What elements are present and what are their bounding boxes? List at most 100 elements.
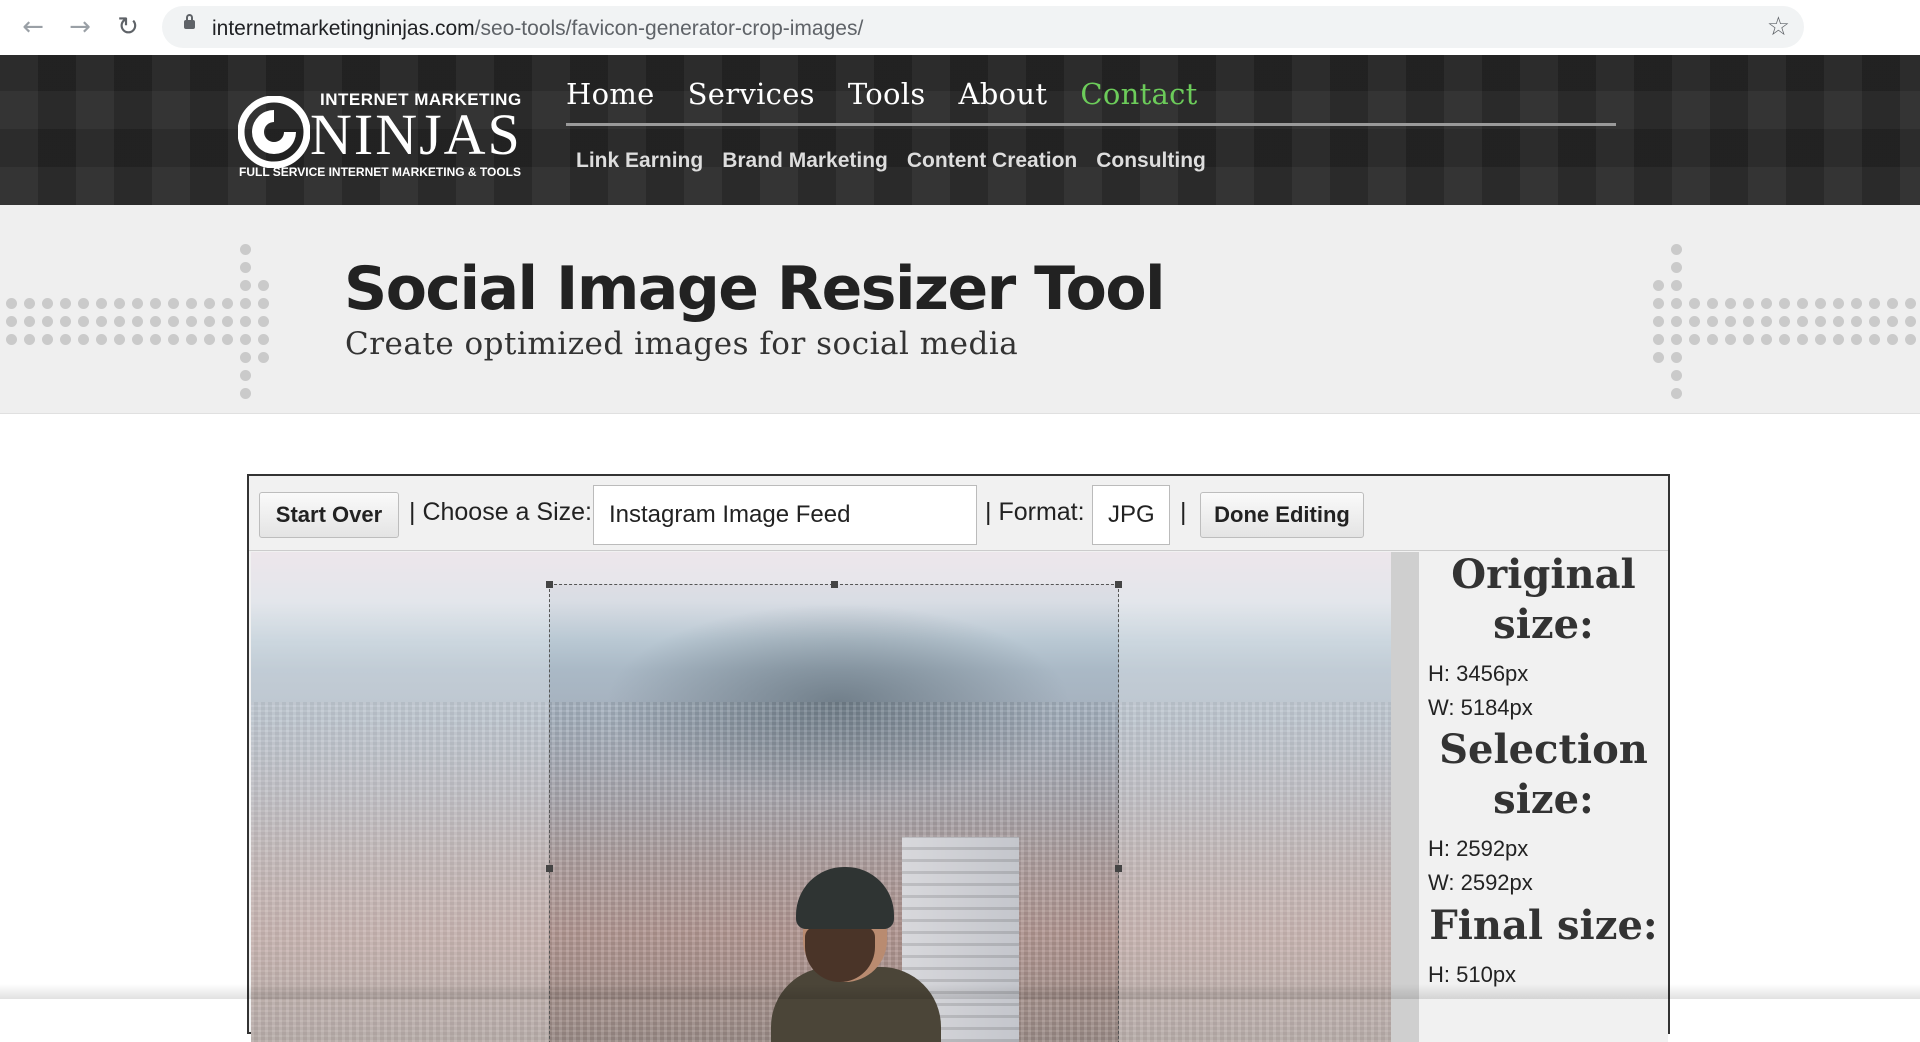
bookmark-star-icon[interactable]: ☆ (1767, 12, 1790, 42)
address-bar[interactable]: internetmarketingninjas.com/seo-tools/fa… (162, 6, 1804, 48)
decorative-dot (1815, 298, 1826, 309)
subnav-brand-marketing[interactable]: Brand Marketing (722, 149, 888, 173)
decorative-dot (1743, 316, 1754, 327)
decorative-dot (168, 316, 179, 327)
decorative-dot (1851, 334, 1862, 345)
selection-size-heading: Selection size: (1439, 726, 1648, 823)
decorative-dot (1851, 316, 1862, 327)
original-height: H: 3456px (1428, 661, 1529, 686)
decorative-dot (78, 298, 89, 309)
decorative-dot (1707, 298, 1718, 309)
decorative-dot (240, 352, 251, 363)
back-icon[interactable]: ← (17, 11, 49, 43)
nav-contact[interactable]: Contact (1080, 77, 1197, 111)
decorative-dot (1689, 298, 1700, 309)
decorative-dot (114, 334, 125, 345)
page-subtitle: Create optimized images for social media (345, 326, 1019, 362)
decorative-dot (186, 298, 197, 309)
decorative-dot (1653, 280, 1664, 291)
decorative-dot (1815, 316, 1826, 327)
decorative-dot (1671, 388, 1682, 399)
ninja-swirl-icon (238, 96, 310, 168)
decorative-dot (114, 298, 125, 309)
tool-toolbar: Start Over | Choose a Size: Instagram Im… (249, 476, 1668, 551)
reload-icon[interactable]: ↻ (112, 11, 144, 43)
size-select[interactable]: Instagram Image Feed (593, 485, 977, 545)
done-editing-button[interactable]: Done Editing (1200, 492, 1364, 538)
decorative-dot (1671, 298, 1682, 309)
decorative-dot (42, 298, 53, 309)
decorative-dot (1761, 334, 1772, 345)
nav-services[interactable]: Services (688, 77, 815, 111)
decorative-dot (186, 334, 197, 345)
logo-wordmark: NINJAS (310, 102, 522, 167)
decorative-dot (1689, 334, 1700, 345)
decorative-dot (24, 298, 35, 309)
decorative-dot (1653, 298, 1664, 309)
decorative-dot (60, 298, 71, 309)
decorative-dot (1887, 334, 1898, 345)
decorative-dot (114, 316, 125, 327)
crop-shade-top (549, 552, 1119, 584)
image-resizer-tool: Start Over | Choose a Size: Instagram Im… (247, 474, 1670, 1042)
decorative-dot (1653, 352, 1664, 363)
decorative-dot (1797, 334, 1808, 345)
decorative-dot (1743, 334, 1754, 345)
hero-banner: Social Image Resizer Tool Create optimiz… (0, 205, 1920, 414)
format-label: | Format: (985, 498, 1085, 526)
decorative-dot (1815, 334, 1826, 345)
site-header: INTERNET MARKETING NINJAS FULL SERVICE I… (0, 55, 1920, 205)
site-logo[interactable]: INTERNET MARKETING NINJAS FULL SERVICE I… (238, 83, 521, 183)
decorative-dot (96, 298, 107, 309)
decorative-dot (1707, 334, 1718, 345)
decorative-dot (96, 316, 107, 327)
page-title: Social Image Resizer Tool (344, 254, 1166, 324)
decorative-dot (222, 298, 233, 309)
decorative-dot (168, 334, 179, 345)
sub-nav: Link Earning Brand Marketing Content Cre… (576, 149, 1225, 173)
decorative-dot (78, 334, 89, 345)
main-nav: Home Services Tools About Contact (566, 77, 1231, 111)
nav-tools[interactable]: Tools (848, 77, 926, 111)
crop-handle-ne[interactable] (1115, 581, 1122, 588)
crop-handle-e[interactable] (1115, 865, 1122, 872)
decorative-dot (240, 262, 251, 273)
toolbar-divider: | (1180, 498, 1187, 526)
decorative-dot (204, 334, 215, 345)
subnav-link-earning[interactable]: Link Earning (576, 149, 703, 173)
decorative-dot (1887, 298, 1898, 309)
decorative-dot (1761, 316, 1772, 327)
decorative-dot (150, 298, 161, 309)
browser-toolbar: ← → ↻ internetmarketingninjas.com/seo-to… (0, 0, 1920, 55)
decorative-dot (1671, 244, 1682, 255)
crop-selection-box[interactable] (546, 581, 1122, 1042)
nav-home[interactable]: Home (566, 77, 655, 111)
decorative-dot (258, 334, 269, 345)
decorative-dot (222, 334, 233, 345)
decorative-dot (24, 316, 35, 327)
subnav-content-creation[interactable]: Content Creation (907, 149, 1077, 173)
choose-size-label: | Choose a Size: (409, 498, 592, 526)
crop-handle-n[interactable] (831, 581, 838, 588)
url-text[interactable]: internetmarketingninjas.com/seo-tools/fa… (212, 17, 863, 41)
viewport-bottom-shadow (0, 984, 1920, 999)
decorative-dot (1653, 316, 1664, 327)
image-crop-canvas[interactable] (251, 552, 1391, 1042)
decorative-dot (1833, 298, 1844, 309)
subnav-consulting[interactable]: Consulting (1096, 149, 1206, 173)
decorative-dot (1887, 316, 1898, 327)
decorative-dot (1725, 334, 1736, 345)
start-over-button[interactable]: Start Over (259, 492, 399, 538)
original-size-heading: Original size: (1451, 552, 1636, 648)
nav-about[interactable]: About (959, 77, 1048, 111)
decorative-dot (132, 316, 143, 327)
crop-handle-w[interactable] (546, 865, 553, 872)
canvas-scrollbar[interactable] (1391, 552, 1419, 1042)
forward-icon[interactable]: → (64, 11, 96, 43)
decorative-dot (1725, 298, 1736, 309)
decorative-dot (1671, 352, 1682, 363)
decorative-dot (150, 334, 161, 345)
format-select[interactable]: JPG (1092, 485, 1170, 545)
decorative-dot (1743, 298, 1754, 309)
crop-handle-nw[interactable] (546, 581, 553, 588)
